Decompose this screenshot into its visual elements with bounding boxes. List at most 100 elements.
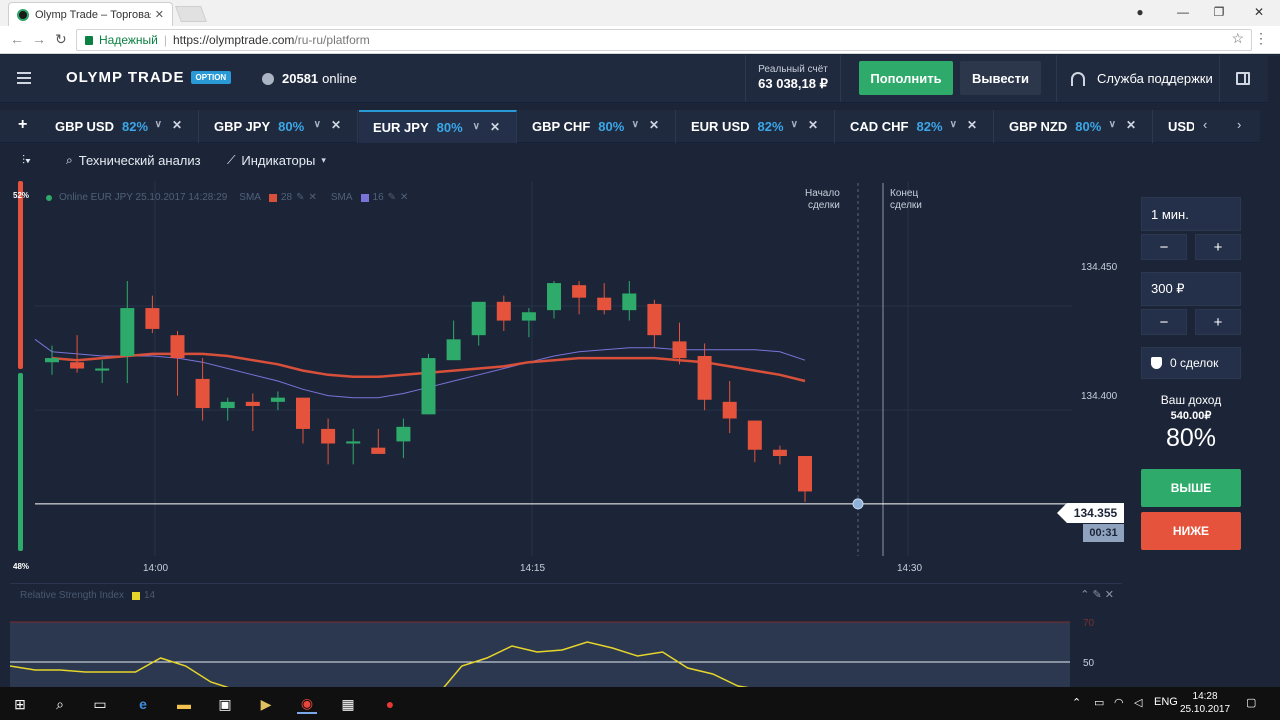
- bookmark-star-icon[interactable]: ☆: [1231, 30, 1244, 47]
- tech-analysis-button[interactable]: ⌕ Технический анализ: [66, 153, 201, 168]
- back-icon[interactable]: ←: [10, 31, 24, 47]
- legend-sma1-period: 28: [280, 192, 293, 203]
- asset-tab[interactable]: GBP CHF 80% ∨ ✕: [518, 110, 676, 143]
- deposit-button[interactable]: Пополнить: [859, 61, 953, 95]
- calculator-icon[interactable]: ▦: [338, 694, 358, 714]
- asset-tab[interactable]: GBP USD 82% ∨ ✕: [41, 110, 199, 143]
- close-tab-icon[interactable]: ✕: [649, 118, 659, 132]
- wifi-icon[interactable]: ◠: [1114, 696, 1124, 709]
- clock-time: 14:28: [1192, 691, 1218, 702]
- tabs-prev-icon[interactable]: ‹: [1203, 117, 1207, 132]
- language-indicator[interactable]: ENG: [1154, 696, 1178, 708]
- browser-tab[interactable]: Olymp Trade – Торговая ✕: [8, 2, 173, 26]
- taskbar: ⊞ ⌕ ▭ e ▬ ▣ ▶ ◉ ▦ ● ⌃ ▭ ◠ ◁ ENG 14:28 25…: [0, 687, 1280, 720]
- price-axis-label: 134.400: [1081, 391, 1118, 402]
- price-axis-label: 134.450: [1081, 262, 1118, 273]
- edit-icon[interactable]: ✎: [388, 192, 396, 203]
- close-tab-icon[interactable]: ✕: [1126, 118, 1136, 132]
- browser-menu-icon[interactable]: ⋮: [1254, 30, 1268, 47]
- deals-counter[interactable]: 0 сделок: [1141, 347, 1241, 379]
- time-minus-button[interactable]: −: [1141, 234, 1187, 260]
- tabs-next-icon[interactable]: ›: [1237, 117, 1241, 132]
- edit-icon[interactable]: ✎: [1093, 589, 1102, 601]
- chevron-down-icon[interactable]: ∨: [950, 119, 957, 130]
- minimize-button[interactable]: —: [1164, 0, 1202, 24]
- asset-tab[interactable]: GBP NZD 80% ∨ ✕: [995, 110, 1153, 143]
- close-tab-icon[interactable]: ✕: [808, 118, 818, 132]
- candlestick-chart[interactable]: [10, 181, 1130, 581]
- up-button[interactable]: ВЫШЕ: [1141, 469, 1241, 507]
- trade-panel: 1 мин. − + 300 ₽ − + 0 сделок Ваш доход …: [1130, 181, 1260, 601]
- url-host: https://olymptrade.com: [173, 33, 295, 47]
- close-icon[interactable]: ✕: [1105, 589, 1114, 601]
- user-icon: [262, 72, 274, 85]
- support-button[interactable]: Служба поддержки: [1056, 55, 1220, 102]
- chevron-down-icon[interactable]: ∨: [314, 119, 321, 130]
- maximize-button[interactable]: ❐: [1200, 0, 1238, 24]
- add-asset-icon[interactable]: +: [18, 116, 27, 134]
- chart-type-button[interactable]: ⫶▾: [22, 153, 37, 168]
- url-separator: |: [163, 33, 167, 47]
- logo[interactable]: OLYMP TRADE OPTION: [66, 69, 232, 86]
- tray-expand-icon[interactable]: ⌃: [1072, 696, 1081, 709]
- page-scrollbar[interactable]: [1268, 56, 1280, 687]
- balance-widget[interactable]: Реальный счёт 63 038,18 ₽: [745, 55, 841, 102]
- asset-tab[interactable]: EUR JPY 80% ∨ ✕: [359, 110, 517, 143]
- profile-icon[interactable]: ●: [1121, 0, 1159, 24]
- close-tab-icon[interactable]: ✕: [172, 118, 182, 132]
- time-plus-button[interactable]: +: [1195, 234, 1241, 260]
- reload-icon[interactable]: ↻: [55, 31, 67, 48]
- battery-icon[interactable]: ▭: [1094, 696, 1104, 709]
- amount-field[interactable]: 300 ₽: [1141, 272, 1241, 306]
- collapse-icon[interactable]: ⌃: [1080, 589, 1089, 601]
- file-explorer-icon[interactable]: ▬: [174, 694, 194, 714]
- tab-close-icon[interactable]: ✕: [155, 8, 164, 21]
- remove-icon[interactable]: ✕: [400, 192, 408, 203]
- windows-start-icon[interactable]: ⊞: [10, 694, 30, 714]
- search-icon[interactable]: ⌕: [50, 694, 70, 714]
- media-icon[interactable]: ▶: [256, 694, 276, 714]
- task-view-icon[interactable]: ▭: [90, 694, 110, 714]
- down-button[interactable]: НИЖЕ: [1141, 512, 1241, 550]
- expiry-time-field[interactable]: 1 мин.: [1141, 197, 1241, 231]
- indicators-icon: ⟋: [227, 153, 236, 167]
- url-input[interactable]: Надежный | https://olymptrade.com/ru-ru/…: [76, 29, 1252, 51]
- asset-tab[interactable]: USD: [1154, 110, 1194, 143]
- asset-tab[interactable]: EUR USD 82% ∨ ✕: [677, 110, 835, 143]
- chevron-down-icon[interactable]: ∨: [1109, 119, 1116, 130]
- income-value: 540.00₽: [1170, 410, 1212, 422]
- store-icon[interactable]: ▣: [215, 694, 235, 714]
- close-tab-icon[interactable]: ✕: [331, 118, 341, 132]
- candle-body: [371, 447, 386, 454]
- volume-icon[interactable]: ◁: [1134, 696, 1142, 709]
- remove-icon[interactable]: ✕: [308, 192, 316, 203]
- record-icon[interactable]: ●: [380, 694, 400, 714]
- asset-payout: 82%: [757, 119, 784, 134]
- chevron-down-icon[interactable]: ∨: [155, 119, 162, 130]
- edge-icon[interactable]: e: [133, 694, 153, 714]
- close-tab-icon[interactable]: ✕: [967, 118, 977, 132]
- candle-body: [296, 397, 310, 429]
- amount-minus-button[interactable]: −: [1141, 309, 1187, 335]
- notifications-icon[interactable]: ▢: [1246, 696, 1256, 709]
- indicators-button[interactable]: ⟋ Индикаторы ▾: [227, 153, 326, 168]
- close-window-button[interactable]: ✕: [1240, 0, 1278, 24]
- new-tab-button[interactable]: [175, 6, 207, 22]
- sidebar-toggle-icon[interactable]: [1236, 72, 1250, 85]
- clock[interactable]: 14:28 25.10.2017: [1180, 690, 1230, 716]
- chevron-down-icon[interactable]: ∨: [632, 119, 639, 130]
- rsi-chart: [10, 621, 1070, 688]
- chevron-down-icon[interactable]: ∨: [473, 121, 480, 132]
- edit-icon[interactable]: ✎: [296, 192, 304, 203]
- chrome-icon[interactable]: ◉: [297, 694, 317, 714]
- close-tab-icon[interactable]: ✕: [490, 120, 500, 134]
- asset-tab[interactable]: GBP JPY 80% ∨ ✕: [200, 110, 358, 143]
- price-chart[interactable]: Online EUR JPY 25.10.2017 14:28:29 SMA 2…: [10, 181, 1130, 581]
- menu-icon[interactable]: [17, 72, 31, 84]
- chevron-down-icon[interactable]: ∨: [791, 119, 798, 130]
- amount-plus-button[interactable]: +: [1195, 309, 1241, 335]
- rsi-panel[interactable]: Relative Strength Index 14 ⌃ ✎ ✕ 70 50: [10, 583, 1122, 688]
- forward-icon[interactable]: →: [32, 31, 46, 47]
- withdraw-button[interactable]: Вывести: [960, 61, 1041, 95]
- asset-tab[interactable]: CAD CHF 82% ∨ ✕: [836, 110, 994, 143]
